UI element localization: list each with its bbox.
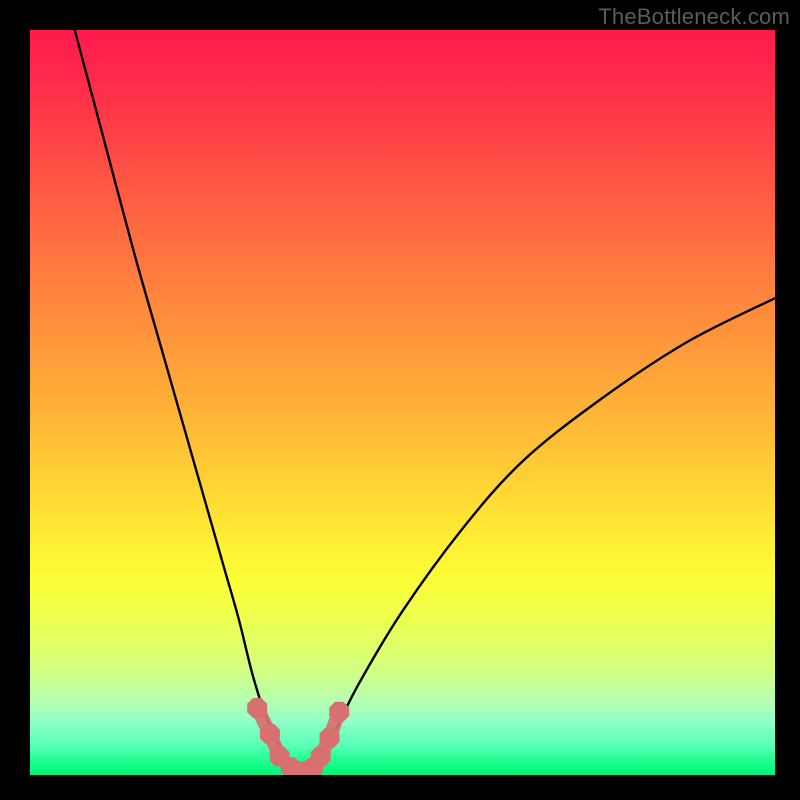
bottleneck-curve-svg: [30, 30, 775, 775]
curve-marker: [329, 702, 349, 722]
watermark-text: TheBottleneck.com: [598, 4, 790, 30]
plot-area: [30, 30, 775, 775]
curve-marker: [260, 724, 280, 744]
chart-frame: TheBottleneck.com: [0, 0, 800, 800]
curve-marker: [247, 698, 267, 718]
bottleneck-curve: [75, 30, 775, 775]
curve-marker: [311, 746, 331, 766]
curve-marker: [320, 728, 340, 748]
curve-markers: [247, 698, 349, 775]
